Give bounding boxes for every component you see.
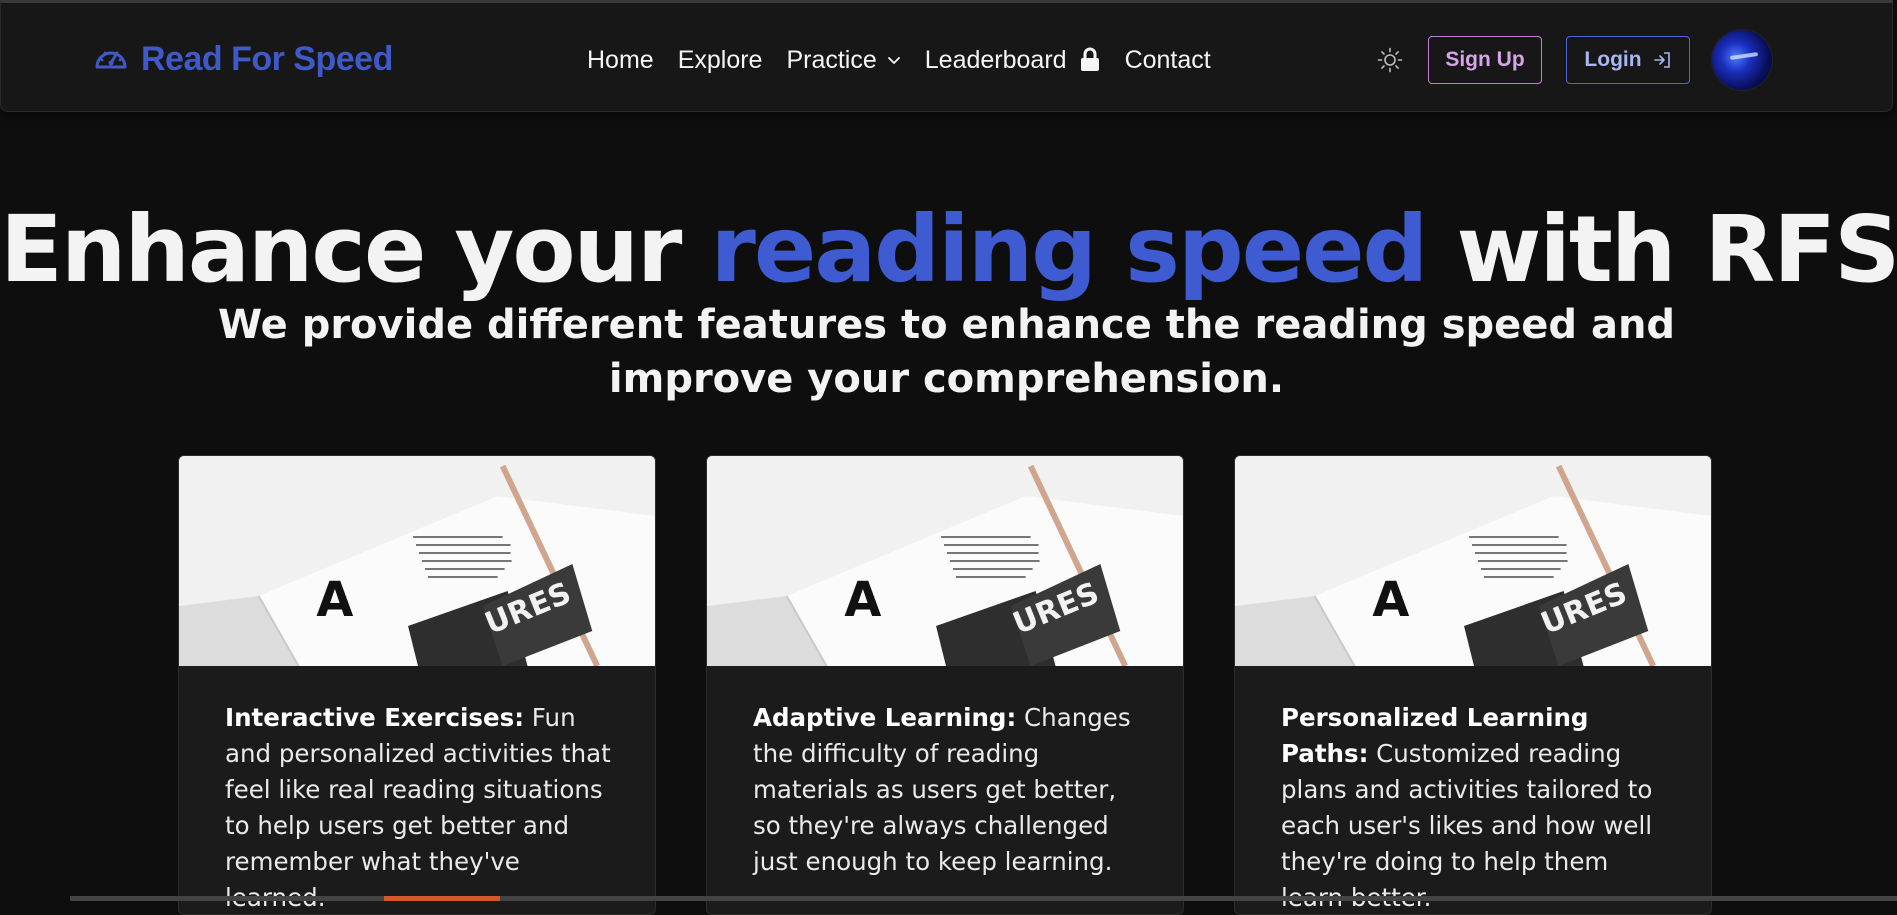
card-description: Interactive Exercises: Fun and personali… xyxy=(179,666,655,914)
nav-contact[interactable]: Contact xyxy=(1125,46,1211,75)
hero-title-start: Enhance your xyxy=(0,196,711,303)
card-image: A URES xyxy=(179,456,655,666)
nav-links: Home Explore Practice Leaderboard Contac… xyxy=(587,41,1211,79)
card-image: A URES xyxy=(707,456,1183,666)
card-image-letter: A xyxy=(316,573,353,628)
book-illustration: A URES xyxy=(179,456,655,666)
card-description: Personalized Learning Paths: Customized … xyxy=(1235,666,1711,914)
book-illustration: A URES xyxy=(707,456,1183,666)
nav-contact-label: Contact xyxy=(1124,45,1211,74)
nav-explore[interactable]: Explore xyxy=(678,46,763,75)
hero-subtitle: We provide different features to enhance… xyxy=(217,302,1676,402)
book-illustration: A URES xyxy=(1235,456,1711,666)
hero-title-end: with RFS xyxy=(1426,196,1897,303)
top-navbar: Read For Speed Home Explore Practice Lea… xyxy=(0,0,1893,112)
bottom-scroll-strip xyxy=(70,896,1897,901)
hero-title: Enhance your reading speed with RFS xyxy=(0,196,1897,303)
nav-explore-label: Explore xyxy=(677,45,763,74)
card-description: Adaptive Learning: Changes the difficult… xyxy=(707,666,1183,880)
login-label: Login xyxy=(1584,48,1642,71)
card-title: Interactive Exercises: xyxy=(225,703,524,732)
card-image: A URES xyxy=(1235,456,1711,666)
feature-card: A URES Personalized Learning Paths: Cust… xyxy=(1234,455,1712,915)
speedometer-icon xyxy=(95,51,127,69)
brand-name: Read For Speed xyxy=(141,39,393,78)
card-title: Adaptive Learning: xyxy=(753,703,1017,732)
nav-leaderboard[interactable]: Leaderboard xyxy=(925,46,1101,75)
chevron-down-icon xyxy=(887,57,900,64)
feature-card: A URES Adaptive Learning: Changes the di… xyxy=(706,455,1184,915)
brand-logo[interactable]: Read For Speed xyxy=(93,39,393,79)
nav-practice-label: Practice xyxy=(786,45,877,74)
sun-icon xyxy=(1377,47,1403,73)
bottom-strip-highlight xyxy=(384,896,500,901)
signup-label: Sign Up xyxy=(1445,48,1525,71)
nav-leaderboard-label: Leaderboard xyxy=(924,45,1067,74)
feature-card: A URES Interactive Exercises: Fun and pe… xyxy=(178,455,656,915)
card-text: Fun and personalized activities that fee… xyxy=(225,703,611,912)
nav-home-label: Home xyxy=(587,45,654,74)
hero-title-accent: reading speed xyxy=(710,196,1428,303)
theme-toggle[interactable] xyxy=(1377,47,1403,73)
signup-button[interactable]: Sign Up xyxy=(1428,36,1542,84)
login-button[interactable]: Login xyxy=(1566,36,1690,84)
nav-practice-dropdown[interactable]: Practice xyxy=(786,46,900,75)
avatar[interactable] xyxy=(1712,30,1772,90)
lock-icon xyxy=(1080,47,1099,71)
card-image-letter: A xyxy=(1372,573,1409,628)
card-image-letter: A xyxy=(844,573,881,628)
login-arrow-icon xyxy=(1653,52,1670,68)
nav-home[interactable]: Home xyxy=(587,46,654,75)
